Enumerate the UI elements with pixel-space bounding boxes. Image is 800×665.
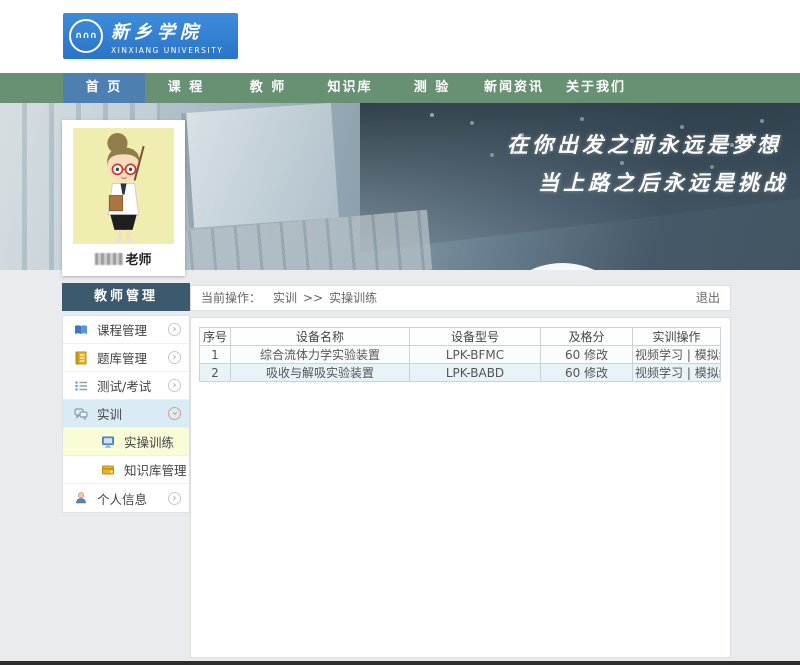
monitor-icon (101, 435, 115, 449)
breadcrumb-section[interactable]: 实训 (273, 286, 297, 310)
col-header-no: 序号 (200, 328, 231, 346)
chat-bubbles-icon (74, 407, 88, 421)
col-header-model: 设备型号 (410, 328, 541, 346)
sidebar-item-practical-operation-training[interactable]: 实操训练 (63, 428, 189, 456)
simulation-practice-link[interactable]: 模拟练习 (695, 366, 721, 380)
score-value: 60 (565, 366, 580, 380)
main-nav: 首 页 课 程 教 师 知识库 测 验 新闻资讯 关于我们 (0, 73, 800, 103)
coffee-cup-decoration (500, 263, 625, 270)
raindrops-decoration (430, 113, 434, 117)
chevron-right-icon[interactable]: › (168, 492, 181, 505)
teacher-profile-card: 老师 (62, 120, 185, 276)
score-value: 60 (565, 348, 580, 362)
col-header-operations: 实训操作 (633, 328, 721, 346)
laptop-decoration (181, 103, 339, 228)
nav-item-home[interactable]: 首 页 (63, 73, 145, 103)
col-header-score: 及格分 (541, 328, 633, 346)
cell-model: LPK-BABD (410, 364, 541, 382)
page: ∩∩∩ 新乡学院 XINXIANG UNIVERSITY 首 页 课 程 教 师… (0, 0, 800, 665)
chevron-right-icon[interactable]: › (168, 323, 181, 336)
list-icon (74, 379, 88, 393)
chevron-down-icon[interactable]: › (168, 407, 181, 420)
slogan-line-2: 当上路之后永远是挑战 (507, 167, 788, 197)
sidebar-item-question-bank[interactable]: 题库管理 › (63, 344, 189, 372)
sidebar-item-label: 实训 (97, 404, 122, 423)
breadcrumb-current: 实操训练 (329, 286, 377, 310)
university-logo: ∩∩∩ 新乡学院 XINXIANG UNIVERSITY (63, 13, 238, 59)
table-row: 1 综合流体力学实验装置 LPK-BFMC 60 修改 视频学习 | 模拟练习 (200, 346, 721, 364)
teacher-name-suffix: 老师 (125, 253, 151, 268)
nav-item-courses[interactable]: 课 程 (145, 73, 227, 103)
book-icon (74, 323, 88, 337)
sidebar-item-label: 题库管理 (97, 348, 147, 367)
sidebar-item-label: 课程管理 (97, 320, 147, 339)
cell-score: 60 修改 (541, 364, 633, 382)
breadcrumb-label: 当前操作： (201, 286, 261, 310)
op-separator: | (687, 348, 691, 362)
university-name-cn: 新乡学院 (111, 18, 223, 44)
cell-model: LPK-BFMC (410, 346, 541, 364)
table-row: 2 吸收与解吸实验装置 LPK-BABD 60 修改 视频学习 | 模拟练习 (200, 364, 721, 382)
modify-link[interactable]: 修改 (584, 348, 608, 362)
video-study-link[interactable]: 视频学习 (635, 366, 683, 380)
op-separator: | (687, 366, 691, 380)
cell-equipment-name: 吸收与解吸实验装置 (231, 364, 410, 382)
teacher-name: 老师 (62, 249, 185, 268)
teacher-avatar (73, 128, 174, 244)
nav-item-about[interactable]: 关于我们 (555, 73, 637, 103)
sidebar-item-personal-info[interactable]: 个人信息 › (63, 484, 189, 512)
user-icon (74, 491, 88, 505)
modify-link[interactable]: 修改 (584, 366, 608, 380)
sidebar-item-practical-training[interactable]: 实训 › (63, 400, 189, 428)
sidebar-menu: 课程管理 › 题库管理 › 测试/考试 › (62, 315, 190, 513)
sidebar-item-label: 个人信息 (97, 489, 147, 508)
nav-item-news[interactable]: 新闻资讯 (473, 73, 555, 103)
sidebar-item-label: 测试/考试 (97, 376, 151, 395)
card-wallet-icon (101, 463, 115, 477)
sidebar-item-course-management[interactable]: 课程管理 › (63, 316, 189, 344)
banner-slogan: 在你出发之前永远是梦想 当上路之后永远是挑战 (507, 129, 782, 197)
simulation-practice-link[interactable]: 模拟练习 (695, 348, 721, 362)
logout-button[interactable]: 退出 (696, 286, 720, 310)
cell-operations: 视频学习 | 模拟练习 (633, 346, 721, 364)
sidebar-item-label: 知识库管理 (124, 460, 187, 479)
equipment-table: 序号 设备名称 设备型号 及格分 实训操作 1 综合流体力学实验装置 LPK-B… (199, 327, 721, 382)
sidebar-item-label: 实操训练 (124, 432, 174, 451)
table-header-row: 序号 设备名称 设备型号 及格分 实训操作 (200, 328, 721, 346)
chevron-right-icon[interactable]: › (168, 351, 181, 364)
cell-operations: 视频学习 | 模拟练习 (633, 364, 721, 382)
slogan-line-1: 在你出发之前永远是梦想 (507, 129, 782, 159)
breadcrumb: 当前操作： 实训 >> 实操训练 退出 (190, 285, 731, 311)
masked-name-block (95, 253, 123, 265)
university-name-en: XINXIANG UNIVERSITY (111, 46, 223, 55)
chevron-right-icon[interactable]: › (168, 379, 181, 392)
sidebar-item-knowledge-base-management[interactable]: 知识库管理 (63, 456, 189, 484)
content-panel: 序号 设备名称 设备型号 及格分 实训操作 1 综合流体力学实验装置 LPK-B… (190, 317, 731, 658)
nav-item-tests[interactable]: 测 验 (391, 73, 473, 103)
university-seal-icon: ∩∩∩ (69, 19, 103, 53)
breadcrumb-separator: >> (303, 286, 323, 310)
cell-no: 2 (200, 364, 231, 382)
cell-score: 60 修改 (541, 346, 633, 364)
notebook-icon (74, 351, 88, 365)
top-header: ∩∩∩ 新乡学院 XINXIANG UNIVERSITY (0, 0, 800, 73)
sidebar-item-tests-exams[interactable]: 测试/考试 › (63, 372, 189, 400)
sidebar-title: 教师管理 (62, 283, 190, 311)
cell-no: 1 (200, 346, 231, 364)
col-header-name: 设备名称 (231, 328, 410, 346)
footer-bar (0, 661, 800, 665)
nav-item-knowledge-base[interactable]: 知识库 (309, 73, 391, 103)
nav-item-teachers[interactable]: 教 师 (227, 73, 309, 103)
cell-equipment-name: 综合流体力学实验装置 (231, 346, 410, 364)
video-study-link[interactable]: 视频学习 (635, 348, 683, 362)
